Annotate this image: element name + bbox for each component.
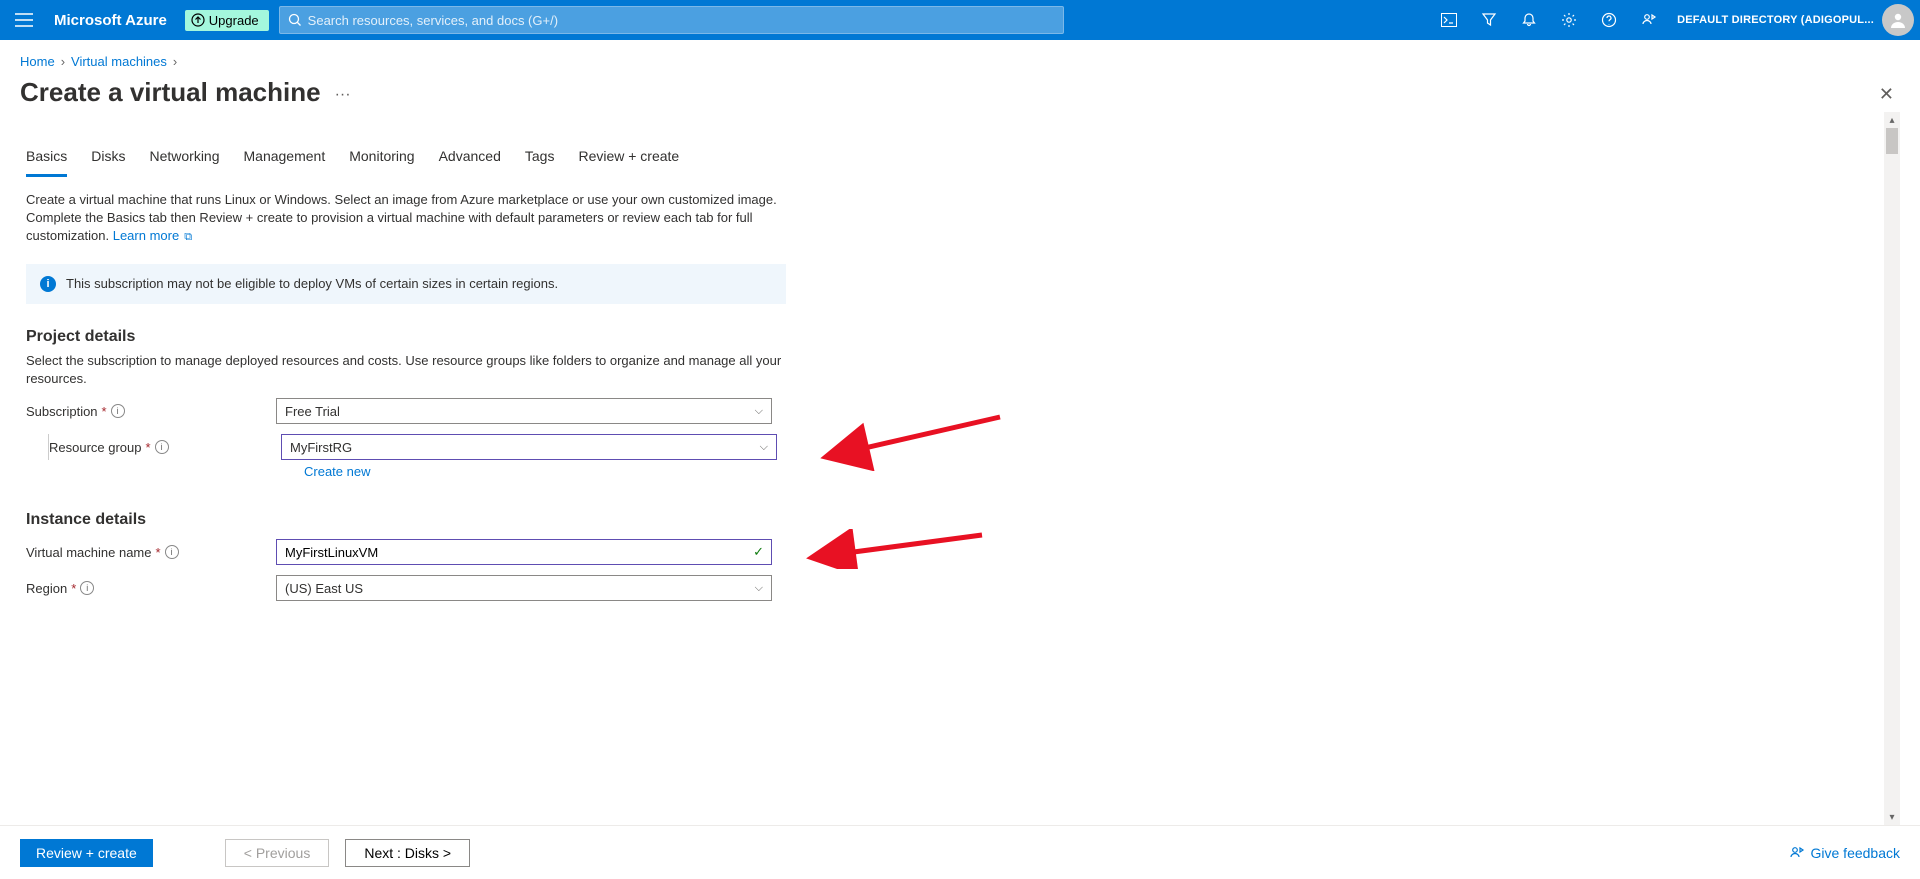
- learn-more-link[interactable]: Learn more ⧉: [113, 228, 192, 243]
- chevron-right-icon: ›: [173, 54, 177, 69]
- check-icon: ✓: [753, 544, 764, 560]
- subscription-label-text: Subscription: [26, 404, 98, 419]
- avatar[interactable]: [1882, 4, 1914, 36]
- scroll-down-icon[interactable]: ▾: [1884, 809, 1900, 825]
- settings-icon[interactable]: [1549, 0, 1589, 40]
- topbar-icon-group: [1429, 0, 1669, 40]
- scrollbar[interactable]: ▴ ▾: [1884, 112, 1900, 825]
- scrollbar-thumb[interactable]: [1886, 128, 1898, 154]
- search-input[interactable]: [308, 13, 1055, 28]
- next-button[interactable]: Next : Disks >: [345, 839, 470, 867]
- brand-label[interactable]: Microsoft Azure: [48, 12, 185, 29]
- search-bar[interactable]: [279, 6, 1064, 34]
- resource-group-label-text: Resource group: [49, 440, 142, 455]
- info-icon: i: [40, 276, 56, 292]
- region-value: (US) East US: [285, 581, 363, 596]
- section-title-instance: Instance details: [26, 511, 1876, 529]
- region-label-text: Region: [26, 581, 67, 596]
- vm-name-input[interactable]: [276, 539, 772, 565]
- form-content: Basics Disks Networking Management Monit…: [20, 112, 1882, 825]
- tab-networking[interactable]: Networking: [149, 142, 219, 177]
- tab-management[interactable]: Management: [244, 142, 326, 177]
- feedback-icon: [1789, 845, 1805, 861]
- title-row: Create a virtual machine ··· ✕: [20, 77, 1900, 112]
- breadcrumb: Home › Virtual machines ›: [20, 50, 1900, 77]
- create-new-link[interactable]: Create new: [304, 464, 1882, 479]
- feedback-icon[interactable]: [1629, 0, 1669, 40]
- breadcrumb-virtual-machines[interactable]: Virtual machines: [71, 54, 167, 69]
- wizard-footer: Review + create < Previous Next : Disks …: [0, 825, 1920, 879]
- learn-more-label: Learn more: [113, 228, 179, 243]
- region-dropdown[interactable]: (US) East US ⌵: [276, 575, 772, 601]
- cloud-shell-icon[interactable]: [1429, 0, 1469, 40]
- tab-description: Create a virtual machine that runs Linux…: [26, 191, 786, 246]
- page-title: Create a virtual machine: [20, 77, 321, 112]
- previous-button[interactable]: < Previous: [225, 839, 330, 867]
- info-tooltip-icon[interactable]: i: [155, 440, 169, 454]
- more-actions-icon[interactable]: ···: [335, 86, 351, 104]
- hamburger-menu-icon[interactable]: [0, 13, 48, 27]
- info-text: This subscription may not be eligible to…: [66, 276, 558, 291]
- vm-name-label-text: Virtual machine name: [26, 545, 152, 560]
- wizard-tabs: Basics Disks Networking Management Monit…: [20, 142, 1882, 177]
- required-marker: *: [146, 440, 151, 455]
- required-marker: *: [71, 581, 76, 596]
- chevron-down-icon: ⌵: [755, 582, 763, 595]
- upgrade-icon: [191, 13, 205, 27]
- review-create-button[interactable]: Review + create: [20, 839, 153, 867]
- notifications-icon[interactable]: [1509, 0, 1549, 40]
- tab-basics[interactable]: Basics: [26, 142, 67, 177]
- region-label: Region * i: [26, 581, 276, 596]
- resource-group-label: Resource group * i: [49, 440, 281, 455]
- top-bar: Microsoft Azure Upgrade DEFAULT DIRECTOR…: [0, 0, 1920, 40]
- required-marker: *: [102, 404, 107, 419]
- required-marker: *: [156, 545, 161, 560]
- field-region: Region * i (US) East US ⌵: [26, 575, 1876, 601]
- field-subscription: Subscription * i Free Trial ⌵: [26, 398, 1876, 424]
- info-tooltip-icon[interactable]: i: [165, 545, 179, 559]
- tab-review-create[interactable]: Review + create: [578, 142, 679, 177]
- help-icon[interactable]: [1589, 0, 1629, 40]
- subscription-label: Subscription * i: [26, 404, 276, 419]
- chevron-down-icon: ⌵: [755, 405, 763, 418]
- tab-tags[interactable]: Tags: [525, 142, 555, 177]
- field-vm-name: Virtual machine name * i ✓: [26, 539, 1876, 565]
- page-body: Home › Virtual machines › Create a virtu…: [0, 40, 1920, 825]
- tab-advanced[interactable]: Advanced: [439, 142, 501, 177]
- scroll-up-icon[interactable]: ▴: [1884, 112, 1900, 128]
- close-icon[interactable]: ✕: [1873, 78, 1900, 111]
- upgrade-button[interactable]: Upgrade: [185, 10, 269, 31]
- section-title-project: Project details: [26, 328, 1876, 346]
- tab-disks[interactable]: Disks: [91, 142, 125, 177]
- info-tooltip-icon[interactable]: i: [80, 581, 94, 595]
- external-link-icon: ⧉: [181, 231, 192, 243]
- chevron-down-icon: ⌵: [760, 441, 768, 454]
- info-tooltip-icon[interactable]: i: [111, 404, 125, 418]
- feedback-label: Give feedback: [1811, 845, 1901, 861]
- vm-name-label: Virtual machine name * i: [26, 545, 276, 560]
- breadcrumb-home[interactable]: Home: [20, 54, 55, 69]
- resource-group-dropdown[interactable]: MyFirstRG ⌵: [281, 434, 777, 460]
- search-icon: [288, 13, 302, 27]
- subscription-value: Free Trial: [285, 404, 340, 419]
- upgrade-label: Upgrade: [209, 13, 259, 28]
- field-resource-group: Resource group * i MyFirstRG ⌵: [49, 434, 1876, 460]
- give-feedback-link[interactable]: Give feedback: [1789, 845, 1901, 861]
- filter-icon[interactable]: [1469, 0, 1509, 40]
- subscription-dropdown[interactable]: Free Trial ⌵: [276, 398, 772, 424]
- resource-group-value: MyFirstRG: [290, 440, 352, 455]
- chevron-right-icon: ›: [61, 54, 65, 69]
- tab-monitoring[interactable]: Monitoring: [349, 142, 414, 177]
- directory-label[interactable]: DEFAULT DIRECTORY (ADIGOPUL...: [1669, 14, 1882, 26]
- info-banner: i This subscription may not be eligible …: [26, 264, 786, 304]
- section-desc-project: Select the subscription to manage deploy…: [26, 352, 786, 388]
